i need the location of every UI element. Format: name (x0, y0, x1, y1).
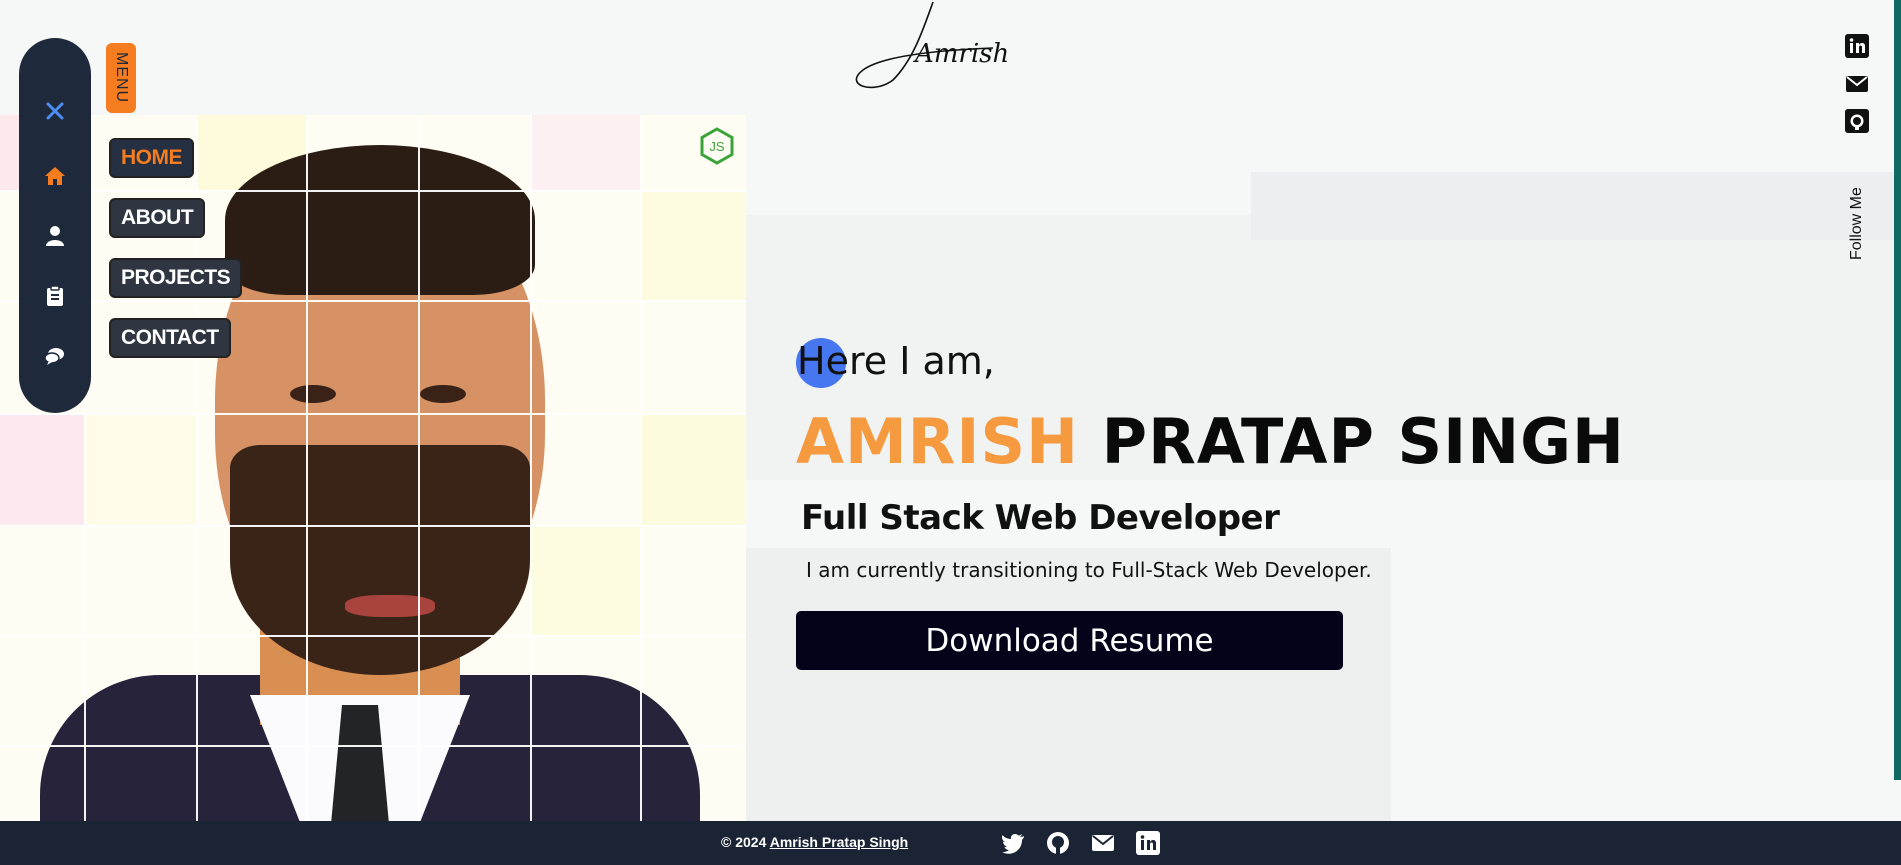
close-icon (45, 101, 65, 125)
clipboard-icon (46, 285, 64, 311)
hero-greeting: Here I am, (797, 339, 995, 383)
hero-background-panel-top (1251, 172, 1901, 240)
nodejs-badge-icon: JS (700, 127, 734, 165)
nav-link-contact[interactable]: CONTACT (109, 318, 231, 358)
sidebar (19, 38, 91, 413)
nav-link-about[interactable]: ABOUT (109, 198, 206, 238)
close-menu-button[interactable] (19, 93, 91, 133)
footer: © 2024 Amrish Pratap Singh (0, 821, 1901, 865)
footer-copyright: © 2024 Amrish Pratap Singh (721, 834, 908, 850)
mail-icon[interactable] (1091, 831, 1115, 855)
linkedin-icon[interactable] (1136, 831, 1160, 855)
author-link[interactable]: Amrish Pratap Singh (770, 834, 908, 850)
nav-link-projects[interactable]: PROJECTS (109, 258, 243, 298)
github-icon[interactable] (1046, 831, 1070, 855)
hero-name-last: PRATAP SINGH (1101, 405, 1625, 478)
hero-role: Full Stack Web Developer (801, 498, 1280, 538)
user-icon (45, 225, 65, 251)
hero-description: I am currently transitioning to Full-Sta… (806, 558, 1372, 582)
sidebar-item-home[interactable] (19, 158, 91, 198)
twitter-icon[interactable] (1001, 831, 1025, 855)
follow-me-label: Follow Me (1848, 187, 1865, 260)
nav-link-home[interactable]: HOME (109, 138, 194, 178)
hero-name: AMRISH PRATAP SINGH (796, 405, 1625, 478)
linkedin-icon[interactable] (1845, 34, 1869, 58)
signature-logo[interactable]: Amrish (843, 0, 1013, 90)
hero-background-panel-bottom (746, 548, 1391, 821)
menu-tag[interactable]: MENU (106, 43, 136, 113)
home-icon (44, 166, 66, 190)
mail-icon[interactable] (1845, 72, 1869, 96)
sidebar-item-projects[interactable] (19, 278, 91, 318)
scrollbar[interactable] (1894, 0, 1901, 780)
svg-text:Amrish: Amrish (913, 39, 1009, 69)
menu-tag-label: MENU (113, 52, 130, 104)
chat-icon (44, 346, 66, 370)
svg-text:JS: JS (709, 139, 725, 154)
hero-name-first: AMRISH (796, 405, 1080, 478)
copyright-prefix: © 2024 (721, 834, 767, 850)
sidebar-item-contact[interactable] (19, 338, 91, 378)
sidebar-item-about[interactable] (19, 218, 91, 258)
github-icon[interactable] (1845, 109, 1869, 133)
download-resume-button[interactable]: Download Resume (796, 611, 1343, 670)
